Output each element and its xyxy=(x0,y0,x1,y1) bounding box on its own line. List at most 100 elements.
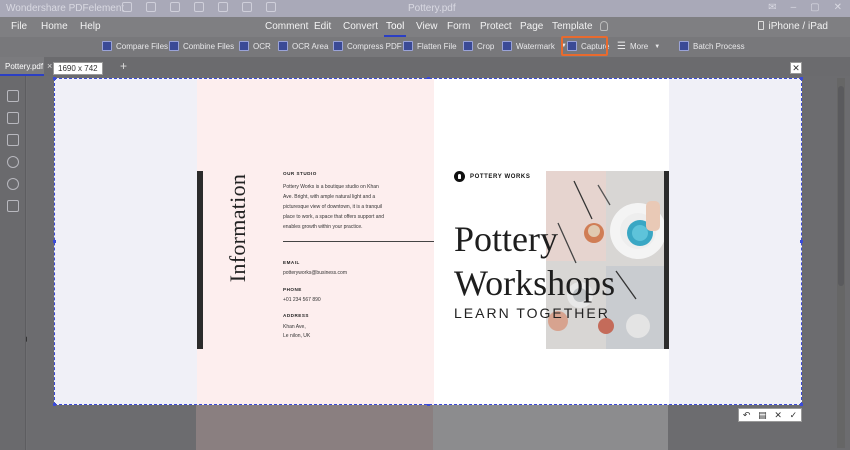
studio-line: enables growth within your practice. xyxy=(283,224,363,230)
mail-notify-icon[interactable]: ✉ xyxy=(768,2,776,13)
vertical-scrollbar[interactable] xyxy=(837,78,845,448)
crop-icon xyxy=(463,41,473,51)
cancel-icon[interactable]: ✕ xyxy=(774,410,782,421)
confirm-icon[interactable]: ✓ xyxy=(790,410,798,421)
title-bar: Wondershare PDFelement Pottery.pdf ✉ – ▢… xyxy=(0,0,850,17)
undo-icon[interactable] xyxy=(218,2,228,12)
attachment-icon[interactable] xyxy=(7,156,19,168)
capture-size-label: 1690 x 742 xyxy=(53,62,103,75)
compare-files-button[interactable]: Compare Files xyxy=(102,41,168,51)
layers-icon[interactable] xyxy=(7,200,19,212)
document-title: Pottery.pdf xyxy=(408,3,456,14)
combine-icon xyxy=(169,41,179,51)
maximize-button[interactable]: ▢ xyxy=(810,2,819,13)
menu-edit[interactable]: Edit xyxy=(314,21,331,32)
studio-line: Ave. Bright, with ample natural light an… xyxy=(283,194,376,200)
iphone-ipad-button[interactable]: iPhone / iPad xyxy=(757,21,828,32)
tool-ribbon: Compare Files Combine Files OCR OCR Area… xyxy=(0,37,850,57)
flatten-file-button[interactable]: Flatten File xyxy=(403,41,457,51)
close-button[interactable]: ✕ xyxy=(834,2,842,13)
save-icon[interactable]: ▤ xyxy=(758,410,767,421)
section-divider xyxy=(283,241,434,242)
lightbulb-icon[interactable] xyxy=(600,21,608,31)
redo-icon[interactable] xyxy=(242,2,252,12)
left-accent-bar xyxy=(197,171,203,349)
pottery-logo-icon xyxy=(454,171,465,182)
menu-protect[interactable]: Protect xyxy=(480,21,512,32)
menu-page[interactable]: Page xyxy=(520,21,543,32)
menu-help[interactable]: Help xyxy=(80,21,101,32)
quick-access-toolbar xyxy=(122,2,276,12)
thumbnails-icon[interactable] xyxy=(7,90,19,102)
minimize-button[interactable]: – xyxy=(791,2,797,13)
ocr-button[interactable]: OCR xyxy=(239,41,271,51)
scrollbar-thumb[interactable] xyxy=(838,86,844,286)
left-sidebar: ▶ xyxy=(0,76,31,450)
headline-pottery: Pottery xyxy=(454,219,558,259)
email-heading: EMAIL xyxy=(283,260,300,265)
studio-line: picturesque view of downtown, it is a tr… xyxy=(283,204,382,210)
menu-tool[interactable]: Tool xyxy=(383,21,407,37)
studio-line: Pottery Works is a boutique studio on Kh… xyxy=(283,184,379,190)
compress-pdf-button[interactable]: Compress PDF xyxy=(333,41,402,51)
app-title: Wondershare PDFelement xyxy=(6,3,125,14)
menu-comment[interactable]: Comment xyxy=(265,21,308,32)
flatten-icon xyxy=(403,41,413,51)
right-accent-bar xyxy=(664,171,669,349)
compare-icon xyxy=(102,41,112,51)
menu-view[interactable]: View xyxy=(416,21,438,32)
comments-icon[interactable] xyxy=(7,134,19,146)
phone-value: +01 234 567 890 xyxy=(283,297,321,303)
close-tab-icon[interactable]: × xyxy=(47,61,52,71)
studio-line: place to work, a space that offers suppo… xyxy=(283,214,385,220)
compress-icon xyxy=(333,41,343,51)
search-icon[interactable] xyxy=(7,178,19,190)
tab-pottery[interactable]: Pottery.pdf xyxy=(0,57,44,76)
address-heading: ADDRESS xyxy=(283,313,309,318)
customize-icon[interactable] xyxy=(266,2,276,12)
email-value: potteryworks@business.com xyxy=(283,270,347,276)
add-tab-icon[interactable]: + xyxy=(120,59,127,73)
resize-handle[interactable] xyxy=(53,403,56,406)
hamburger-icon: ☰ xyxy=(617,41,626,52)
combine-files-button[interactable]: Combine Files xyxy=(169,41,234,51)
menu-file[interactable]: File xyxy=(11,21,27,32)
ocr-area-button[interactable]: OCR Area xyxy=(278,41,328,51)
close-capture-icon[interactable]: ✕ xyxy=(790,62,802,74)
save-icon[interactable] xyxy=(146,2,156,12)
headline-workshops: Workshops xyxy=(454,263,616,303)
resize-handle[interactable] xyxy=(800,240,803,243)
ocr-area-icon xyxy=(278,41,288,51)
window-controls: ✉ – ▢ ✕ xyxy=(768,2,842,13)
phone-heading: PHONE xyxy=(283,287,302,292)
address-line: Le nilon, UK xyxy=(283,333,311,339)
tab-bar: Pottery.pdf × + xyxy=(0,57,850,76)
watermark-button[interactable]: Watermark ▼ xyxy=(502,41,567,51)
resize-handle[interactable] xyxy=(53,240,56,243)
more-button[interactable]: ☰ More ▼ xyxy=(617,41,660,52)
resize-handle[interactable] xyxy=(53,77,56,80)
batch-icon xyxy=(679,41,689,51)
capture-action-toolbar: ↶ ▤ ✕ ✓ xyxy=(738,408,802,422)
print-icon[interactable] xyxy=(170,2,180,12)
resize-handle[interactable] xyxy=(800,77,803,80)
menu-home[interactable]: Home xyxy=(41,21,68,32)
tagline: LEARN TOGETHER xyxy=(454,305,610,321)
mail-icon[interactable] xyxy=(194,2,204,12)
menu-form[interactable]: Form xyxy=(447,21,470,32)
page-below-selection xyxy=(196,405,668,450)
menu-convert[interactable]: Convert xyxy=(343,21,378,32)
brand-logo: POTTERY WORKS xyxy=(454,171,530,182)
resize-handle[interactable] xyxy=(800,403,803,406)
menu-template[interactable]: Template xyxy=(552,21,593,32)
undo-icon[interactable]: ↶ xyxy=(743,410,751,421)
watermark-icon xyxy=(502,41,512,51)
studio-heading: OUR STUDIO xyxy=(283,171,317,176)
phone-icon xyxy=(757,21,764,30)
chevron-down-icon: ▼ xyxy=(654,43,661,50)
crop-button[interactable]: Crop xyxy=(463,41,494,51)
batch-process-button[interactable]: Batch Process xyxy=(679,41,745,51)
bookmark-icon[interactable] xyxy=(7,112,19,124)
folder-icon[interactable] xyxy=(122,2,132,12)
menu-bar: File Home Help Comment Edit Convert Tool… xyxy=(0,17,850,37)
